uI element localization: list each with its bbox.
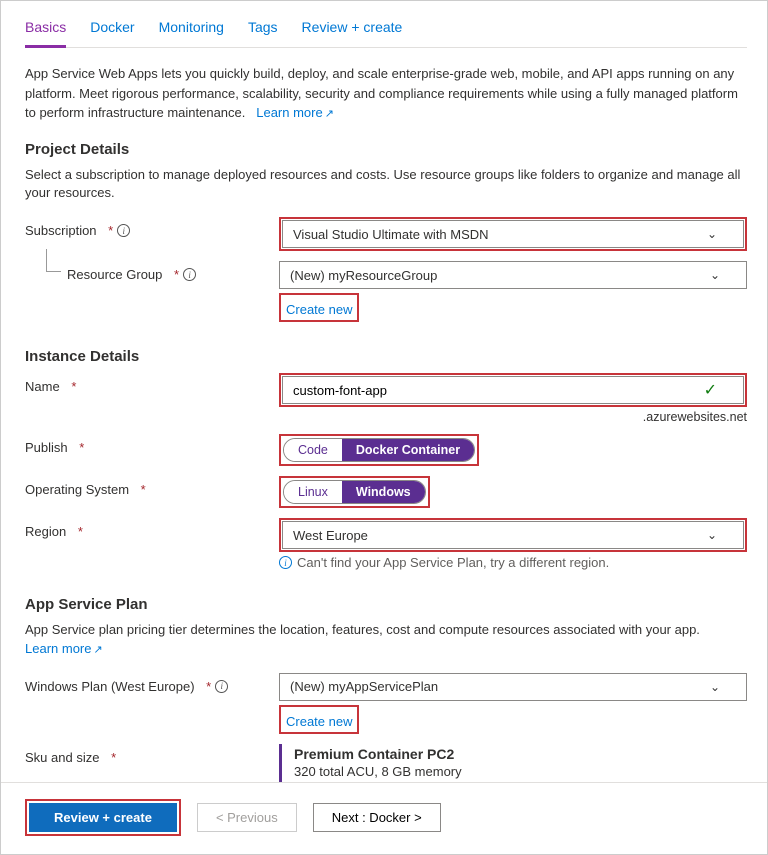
windows-plan-label: Windows Plan (West Europe) * i — [25, 673, 279, 694]
previous-button: < Previous — [197, 803, 297, 832]
sku-detail: 320 total ACU, 8 GB memory — [294, 764, 747, 779]
create-new-rg-link[interactable]: Create new — [282, 300, 356, 319]
instance-details-heading: Instance Details — [25, 348, 747, 365]
sku-label: Sku and size * — [25, 744, 279, 765]
tab-monitoring[interactable]: Monitoring — [159, 19, 224, 47]
subscription-label: Subscription * i — [25, 217, 279, 238]
next-button[interactable]: Next : Docker > — [313, 803, 441, 832]
region-helper: i Can't find your App Service Plan, try … — [279, 555, 747, 570]
publish-label: Publish * — [25, 434, 279, 455]
plan-desc: App Service plan pricing tier determines… — [25, 622, 700, 637]
name-input-wrap: ✓ — [282, 376, 744, 404]
publish-toggle: Code Docker Container — [283, 438, 475, 462]
resource-group-select[interactable]: (New) myResourceGroup ⌄ — [279, 261, 747, 289]
windows-plan-select[interactable]: (New) myAppServicePlan ⌄ — [279, 673, 747, 701]
os-linux-option[interactable]: Linux — [284, 481, 342, 503]
name-input[interactable] — [293, 383, 704, 398]
info-icon: i — [279, 556, 292, 569]
tab-bar: Basics Docker Monitoring Tags Review + c… — [25, 1, 747, 48]
region-label: Region * — [25, 518, 279, 539]
resource-group-label: Resource Group * i — [25, 261, 279, 282]
chevron-down-icon: ⌄ — [707, 227, 717, 241]
chevron-down-icon: ⌄ — [707, 528, 717, 542]
os-label: Operating System * — [25, 476, 279, 497]
sku-name: Premium Container PC2 — [294, 746, 747, 762]
info-icon[interactable]: i — [117, 224, 130, 237]
tab-basics[interactable]: Basics — [25, 19, 66, 48]
info-icon[interactable]: i — [183, 268, 196, 281]
intro-text: App Service Web Apps lets you quickly bu… — [25, 64, 747, 123]
name-label: Name * — [25, 373, 279, 394]
plan-learn-more-link[interactable]: Learn more↗ — [25, 641, 103, 656]
domain-suffix: .azurewebsites.net — [279, 410, 747, 424]
project-details-heading: Project Details — [25, 141, 747, 158]
learn-more-link[interactable]: Learn more↗ — [256, 105, 334, 120]
os-toggle: Linux Windows — [283, 480, 426, 504]
info-icon[interactable]: i — [215, 680, 228, 693]
external-link-icon: ↗ — [93, 644, 102, 656]
tab-review-create[interactable]: Review + create — [302, 19, 403, 47]
create-new-plan-link[interactable]: Create new — [282, 712, 356, 731]
os-windows-option[interactable]: Windows — [342, 481, 425, 503]
app-service-plan-heading: App Service Plan — [25, 596, 747, 613]
chevron-down-icon: ⌄ — [710, 268, 720, 282]
region-select[interactable]: West Europe ⌄ — [282, 521, 744, 549]
footer-bar: Review + create < Previous Next : Docker… — [1, 782, 767, 854]
chevron-down-icon: ⌄ — [710, 680, 720, 694]
check-icon: ✓ — [704, 380, 717, 400]
project-details-desc: Select a subscription to manage deployed… — [25, 166, 747, 204]
tab-docker[interactable]: Docker — [90, 19, 134, 47]
publish-docker-option[interactable]: Docker Container — [342, 439, 474, 461]
tab-tags[interactable]: Tags — [248, 19, 278, 47]
external-link-icon: ↗ — [325, 108, 334, 120]
review-create-button[interactable]: Review + create — [29, 803, 177, 832]
publish-code-option[interactable]: Code — [284, 439, 342, 461]
subscription-select[interactable]: Visual Studio Ultimate with MSDN ⌄ — [282, 220, 744, 248]
